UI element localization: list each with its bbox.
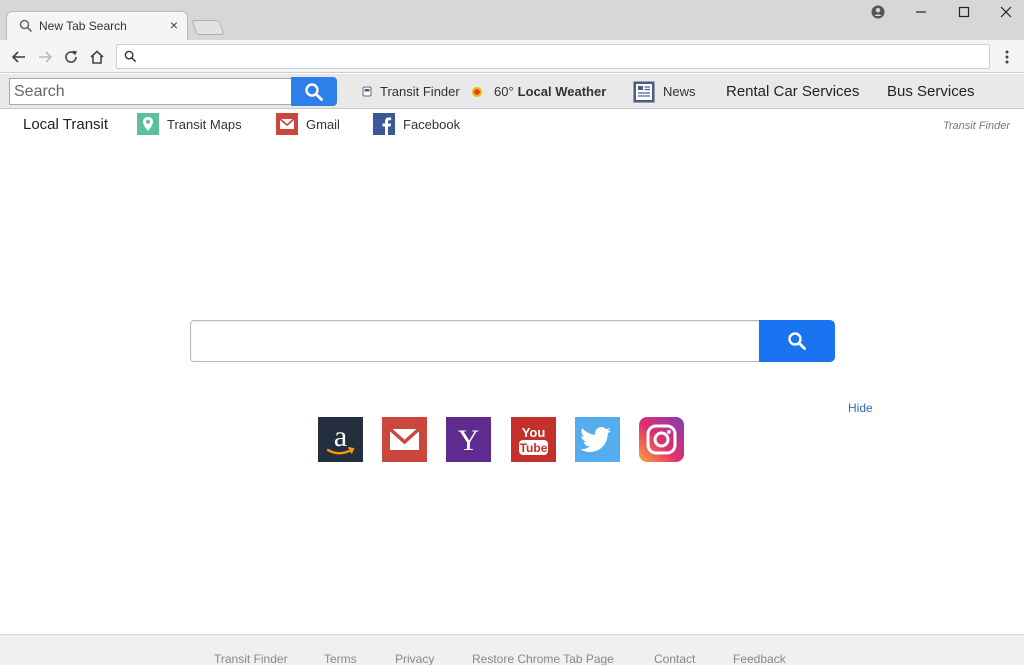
hide-tiles-link[interactable]: Hide	[848, 401, 873, 415]
toolbar-search-input[interactable]	[9, 78, 292, 105]
main-search-input[interactable]	[190, 320, 760, 362]
link-facebook-label: Facebook	[403, 116, 461, 132]
link-facebook[interactable]: Facebook	[373, 110, 460, 138]
weather-label: Local Weather	[517, 84, 607, 99]
weather-temperature: 60°	[494, 84, 514, 99]
navigation-bar	[0, 40, 1024, 73]
news-icon	[633, 81, 655, 102]
back-arrow-icon[interactable]	[9, 47, 29, 67]
footer-link-restore-chrome-tab[interactable]: Restore Chrome Tab Page	[472, 652, 614, 665]
tile-amazon-icon[interactable]: a	[318, 417, 363, 462]
maximize-icon[interactable]	[951, 4, 977, 20]
close-window-icon[interactable]	[993, 4, 1019, 20]
footer-link-feedback[interactable]: Feedback	[733, 652, 786, 665]
search-icon	[788, 332, 806, 350]
title-bar: New Tab Search ×	[0, 0, 1024, 40]
svg-text:You: You	[522, 425, 546, 440]
tile-yahoo-icon[interactable]: Y	[446, 417, 491, 462]
svg-text:Tube: Tube	[520, 441, 548, 455]
tile-youtube-icon[interactable]: You Tube	[511, 417, 556, 462]
link-transit-maps[interactable]: Transit Maps	[137, 110, 242, 138]
browser-window: New Tab Search × Search Transit Finder 6…	[0, 0, 1024, 665]
map-pin-icon	[137, 113, 159, 135]
tile-instagram-icon[interactable]	[639, 417, 684, 462]
browser-tab-active[interactable]: New Tab Search ×	[6, 11, 188, 40]
toolbar-search-button[interactable]	[291, 77, 337, 106]
tab-close-button[interactable]: ×	[170, 17, 178, 33]
toolbar-rental-car[interactable]: Rental Car Services	[726, 74, 859, 109]
main-search-button[interactable]	[759, 320, 835, 362]
link-gmail[interactable]: Gmail	[276, 110, 340, 138]
search-icon	[305, 82, 323, 101]
profile-icon[interactable]	[865, 4, 891, 20]
toolbar-rental-car-label: Rental Car Services	[726, 83, 860, 100]
footer: Transit Finder Terms Privacy Restore Chr…	[0, 634, 1024, 665]
footer-link-transit-finder[interactable]: Transit Finder	[214, 652, 288, 665]
toolbar-news-label: News	[663, 84, 696, 99]
toolbar-bus-services[interactable]: Bus Services	[887, 74, 975, 109]
svg-text:Y: Y	[458, 424, 480, 457]
toolbar-weather[interactable]: 60° Local Weather	[471, 74, 606, 109]
link-local-transit[interactable]: Local Transit	[23, 110, 108, 138]
quick-links-row: Local Transit Transit Maps Gmail Faceboo…	[0, 110, 1024, 138]
link-local-transit-label: Local Transit	[23, 115, 109, 133]
svg-text:a: a	[334, 420, 347, 453]
bus-icon	[362, 86, 372, 96]
extension-toolbar: Transit Finder 60° Local Weather News	[0, 74, 1024, 109]
footer-link-contact[interactable]: Contact	[654, 652, 695, 665]
home-icon[interactable]	[87, 47, 107, 67]
minimize-icon[interactable]	[908, 4, 934, 20]
toolbar-transit-finder[interactable]: Transit Finder	[362, 74, 460, 109]
search-icon	[124, 50, 137, 63]
reload-icon[interactable]	[61, 47, 81, 67]
toolbar-bus-services-label: Bus Services	[887, 83, 975, 100]
search-icon	[19, 19, 33, 33]
link-transit-maps-label: Transit Maps	[167, 116, 242, 132]
tab-title: New Tab Search	[39, 19, 127, 33]
facebook-icon	[373, 113, 395, 135]
tile-gmail-icon[interactable]	[382, 417, 427, 462]
brand-label: Transit Finder	[942, 120, 1010, 132]
toolbar-transit-finder-label: Transit Finder	[380, 84, 460, 99]
gmail-icon	[276, 113, 298, 135]
footer-link-privacy[interactable]: Privacy	[395, 652, 434, 665]
link-gmail-label: Gmail	[306, 116, 340, 132]
footer-link-terms[interactable]: Terms	[324, 652, 357, 665]
toolbar-news[interactable]: News	[633, 74, 696, 109]
new-tab-button[interactable]	[191, 20, 225, 35]
address-bar[interactable]	[116, 44, 990, 69]
tile-twitter-icon[interactable]	[575, 417, 620, 462]
weather-sun-icon	[472, 86, 482, 97]
forward-arrow-icon[interactable]	[35, 47, 55, 67]
browser-menu-icon[interactable]	[1000, 47, 1014, 67]
